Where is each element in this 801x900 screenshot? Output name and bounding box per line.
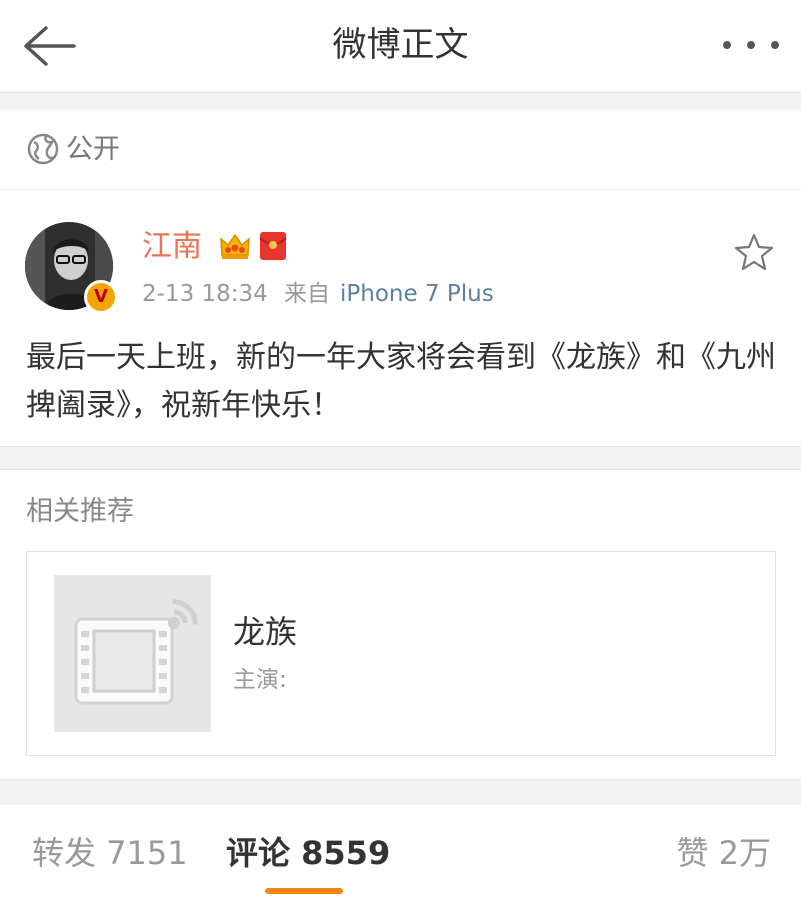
tab-comment[interactable]: 评论 8559 (226, 827, 390, 879)
active-tab-indicator (265, 888, 343, 894)
recommend-item-title[interactable]: 龙族 (233, 610, 297, 654)
tab-like[interactable]: 赞 2万 (676, 827, 771, 879)
page-title: 微博正文 (332, 25, 469, 65)
post-content: 最后一天上班，新的一年大家将会看到《龙族》和《九州捭阖录》，祝新年快乐！ (26, 340, 776, 423)
section-divider (0, 92, 801, 110)
visibility-label: 公开 (66, 134, 120, 165)
author-name[interactable]: 江南 (142, 226, 202, 268)
visibility-row (0, 110, 801, 190)
red-packet-icon[interactable] (258, 230, 288, 262)
video-placeholder-icon[interactable] (54, 575, 211, 732)
film-icon (74, 599, 198, 705)
recommend-section-title: 相关推荐 (26, 496, 134, 527)
section-divider (0, 779, 801, 805)
crown-vip-icon[interactable] (218, 229, 252, 263)
source-device-link[interactable]: iPhone 7 Plus (340, 279, 494, 309)
post-time: 2-13 18:34 (142, 281, 268, 307)
tab-repost[interactable]: 转发 7151 (32, 827, 188, 879)
source-label: 来自 (284, 281, 330, 307)
verified-badge: V (84, 280, 118, 314)
globe-icon (27, 133, 59, 165)
more-dots-icon[interactable] (723, 36, 779, 54)
navbar: 微博正文 (0, 0, 801, 92)
favorite-star-icon[interactable] (734, 232, 774, 272)
recommend-item-cast: 主演: (233, 667, 287, 693)
section-divider (0, 446, 801, 470)
